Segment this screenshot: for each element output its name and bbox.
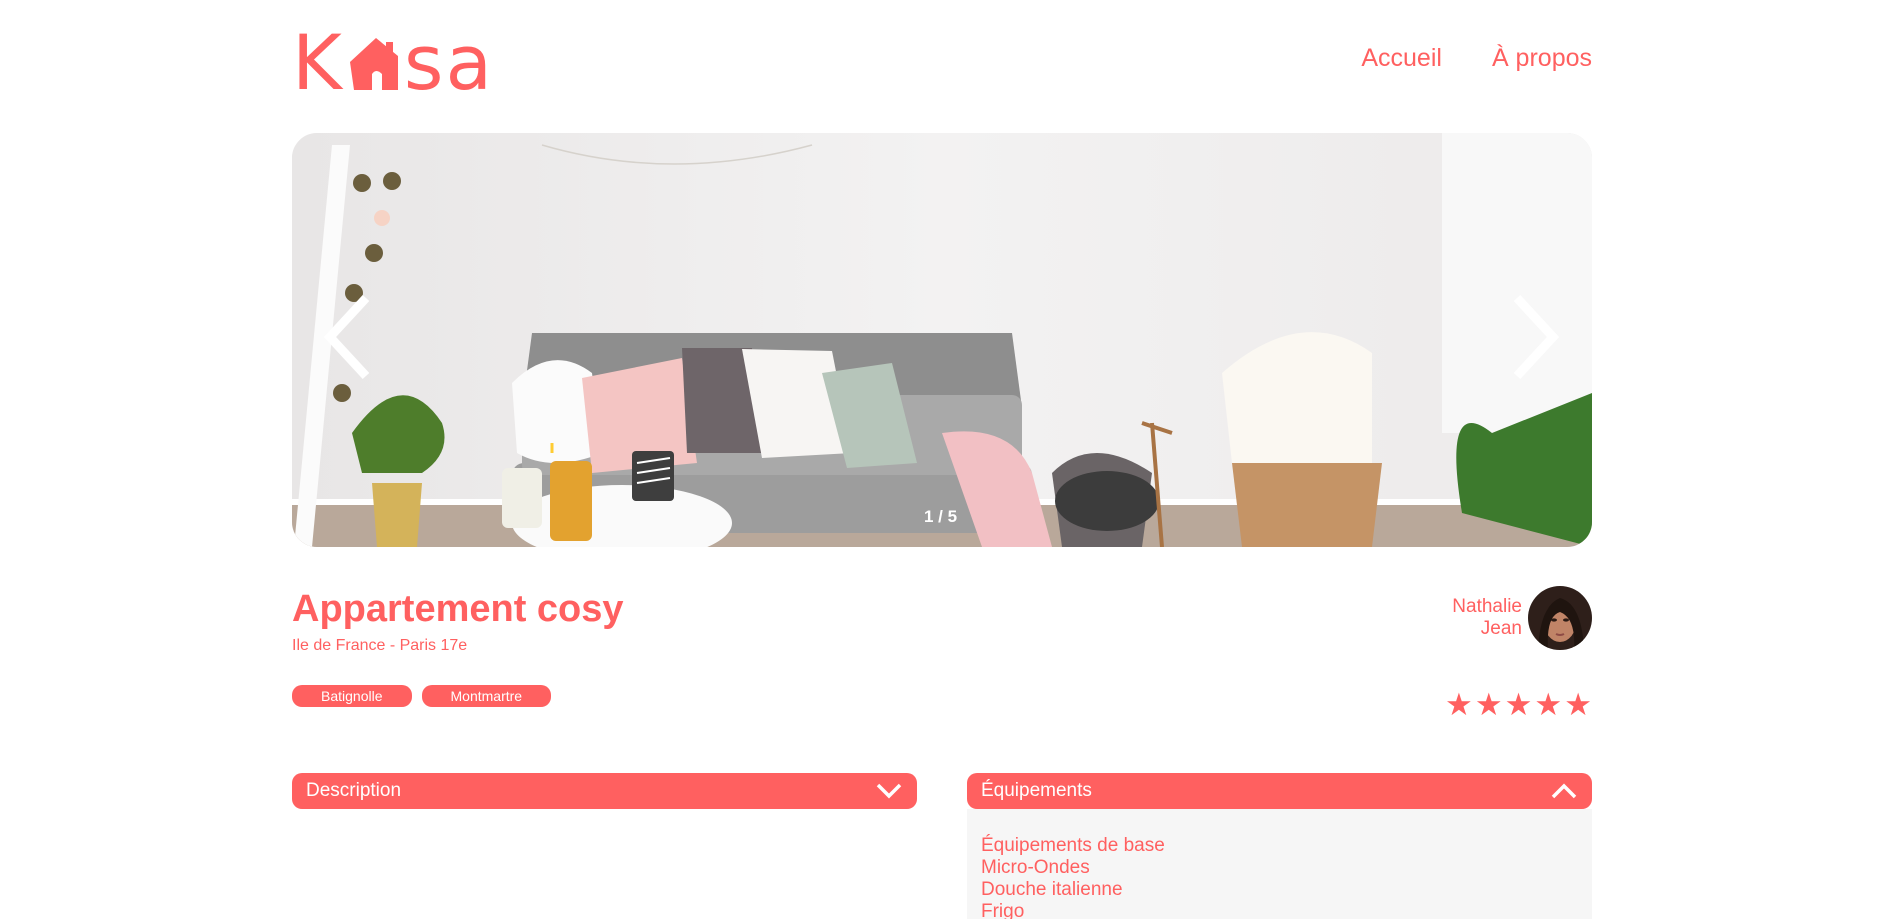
tag-batignolle: Batignolle <box>292 685 412 707</box>
star-icon: ★ <box>1564 687 1592 722</box>
star-icon: ★ <box>1534 687 1563 722</box>
kasa-logo[interactable]: K sa <box>292 18 495 107</box>
star-icon: ★ <box>1504 687 1533 722</box>
host-info: Nathalie Jean <box>1452 586 1592 650</box>
chevron-down-icon <box>876 783 902 799</box>
host-first-name: Nathalie <box>1452 596 1522 617</box>
house-logo-icon <box>349 38 398 90</box>
logo-letter-k: K <box>292 18 344 107</box>
list-item: Douche italienne <box>981 879 1123 900</box>
host-name: Nathalie Jean <box>1452 596 1522 640</box>
description-collapse: Description <box>292 773 917 809</box>
tag-montmartre: Montmartre <box>421 685 552 707</box>
description-label: Description <box>306 780 402 801</box>
avatar <box>1528 586 1592 650</box>
equipments-toggle[interactable]: Équipements <box>967 773 1592 809</box>
nav-a-propos-link[interactable]: À propos <box>1492 44 1592 73</box>
slide-counter: 1 / 5 <box>924 507 958 526</box>
description-toggle[interactable]: Description <box>292 773 917 809</box>
chevron-right-icon[interactable] <box>1505 292 1565 382</box>
list-item: Frigo <box>981 901 1025 919</box>
chevron-up-icon <box>1551 783 1577 799</box>
image-carousel: 1 / 5 <box>292 133 1592 547</box>
equipments-list: Équipements de base Micro-Ondes Douche i… <box>967 809 1592 919</box>
list-item: Équipements de base <box>981 835 1165 856</box>
living-room-photo <box>292 133 1592 547</box>
equipments-label: Équipements <box>981 780 1092 801</box>
rating-stars: ★ ★ ★ ★ ★ <box>1445 688 1592 722</box>
listing-location: Ile de France - Paris 17e <box>292 637 468 654</box>
host-last-name: Jean <box>1480 618 1522 639</box>
site-header: K sa Accueil À propos <box>292 18 1592 107</box>
logo-letters-sa: sa <box>403 18 495 107</box>
equipments-collapse: Équipements Équipements de base Micro-On… <box>967 773 1592 919</box>
star-icon: ★ <box>1445 687 1473 722</box>
star-icon: ★ <box>1474 687 1503 722</box>
listing-title: Appartement cosy <box>292 588 624 630</box>
list-item: Micro-Ondes <box>981 857 1090 878</box>
chevron-left-icon[interactable] <box>318 292 378 382</box>
nav-accueil-link[interactable]: Accueil <box>1361 44 1442 73</box>
main-nav: Accueil À propos <box>1361 44 1592 73</box>
tag-list: Batignolle Montmartre <box>292 685 552 707</box>
